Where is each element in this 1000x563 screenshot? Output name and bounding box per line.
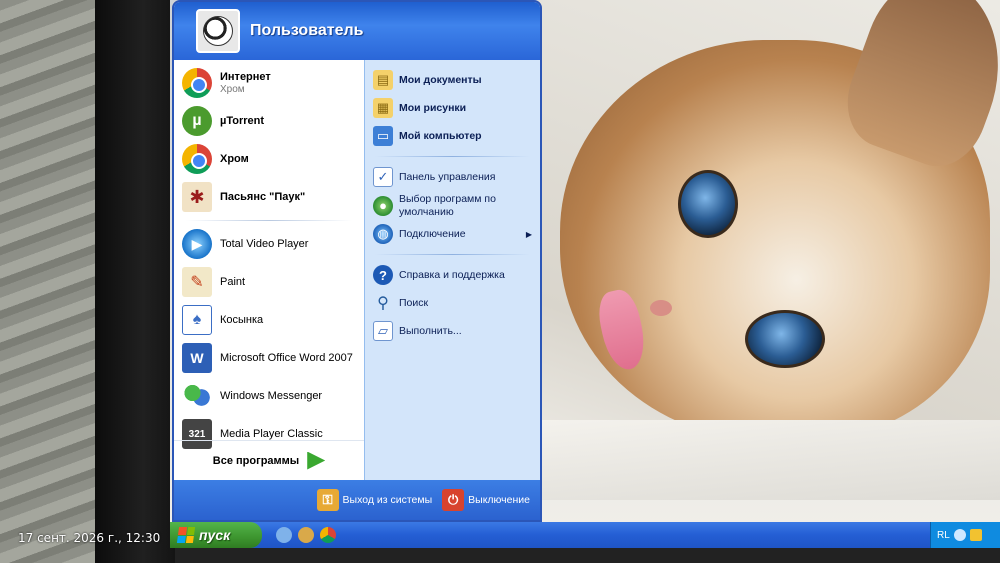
key-icon: ⚿ <box>316 489 339 511</box>
recent-word[interactable]: W Microsoft Office Word 2007 <box>174 339 364 377</box>
system-connect-to[interactable]: ◍ Подключение ▶ <box>365 220 540 248</box>
shutdown-label: Выключение <box>468 494 530 506</box>
pinned-chrome[interactable]: Хром <box>174 140 364 178</box>
power-icon: ⏻ <box>442 489 465 511</box>
separator <box>375 156 530 157</box>
solitaire-icon: ♠ <box>182 305 212 335</box>
recent-total-video-player-label: Total Video Player <box>220 238 309 250</box>
search-icon: ⚲ <box>377 295 389 313</box>
kitten-nose <box>650 300 672 316</box>
spider-solitaire-icon: ✱ <box>182 182 212 212</box>
recent-total-video-player[interactable]: ▶ Total Video Player <box>174 225 364 263</box>
logoff-button[interactable]: ⚿ Выход из системы <box>316 489 433 511</box>
logoff-label: Выход из системы <box>342 494 433 506</box>
taskbar: пуск RL <box>170 522 1000 548</box>
user-name: Пользователь <box>250 22 364 39</box>
place-my-documents-label: Мои документы <box>399 73 482 86</box>
shutdown-button[interactable]: ⏻ Выключение <box>442 489 530 511</box>
language-indicator[interactable]: RL <box>937 530 950 541</box>
background-fabric <box>0 0 110 563</box>
photo-datestamp: 17 сент. 2026 г., 12:30 <box>18 531 161 545</box>
programs-column: Интернет Хром µ µTorrent Хром ✱ Пасьянс … <box>174 60 364 480</box>
start-button-label: пуск <box>199 527 231 543</box>
documents-folder-icon: ▤ <box>373 70 393 90</box>
pinned-spider-solitaire[interactable]: ✱ Пасьянс "Паук" <box>174 178 364 216</box>
utorrent-icon: µ <box>182 106 212 136</box>
start-menu: Пользователь Интернет Хром µ µTorrent Хр… <box>172 0 542 522</box>
computer-icon: ▭ <box>373 126 393 146</box>
submenu-arrow-icon: ▶ <box>525 229 532 239</box>
run-item[interactable]: ▱ Выполнить... <box>365 317 540 345</box>
chrome-icon <box>182 144 212 174</box>
system-control-panel-label: Панель управления <box>399 170 496 183</box>
separator <box>186 220 352 221</box>
recent-media-player-classic-label: Media Player Classic <box>220 428 323 440</box>
default-programs-icon: ● <box>373 195 393 216</box>
utorrent-quick-icon[interactable] <box>298 527 314 543</box>
blanket <box>530 420 1000 500</box>
start-menu-footer: ⚿ Выход из системы ⏻ Выключение <box>174 480 540 520</box>
start-button[interactable]: пуск <box>170 522 262 548</box>
control-panel-icon: ✓ <box>373 167 393 187</box>
quick-launch <box>276 527 336 543</box>
chrome-icon <box>182 68 212 98</box>
help-and-support-label: Справка и поддержка <box>399 268 505 281</box>
recent-solitaire[interactable]: ♠ Косынка <box>174 301 364 339</box>
recent-messenger[interactable]: Windows Messenger <box>174 377 364 415</box>
messenger-icon <box>182 381 212 411</box>
search-item-label: Поиск <box>399 296 429 309</box>
separator <box>375 254 530 256</box>
kitten-eye-right <box>745 310 825 368</box>
recent-messenger-label: Windows Messenger <box>220 390 323 402</box>
kitten-wallpaper <box>530 0 1000 500</box>
windows-logo-icon <box>176 527 196 543</box>
show-desktop-icon[interactable] <box>276 527 292 543</box>
system-tray: RL <box>930 522 1000 548</box>
arrow-right-icon <box>307 451 326 470</box>
recent-solitaire-label: Косынка <box>220 314 264 326</box>
pinned-internet[interactable]: Интернет Хром <box>174 64 364 102</box>
pinned-internet-label: Интернет <box>220 70 271 83</box>
recent-word-label: Microsoft Office Word 2007 <box>220 352 353 364</box>
system-default-programs[interactable]: ● Выбор программ по умолчанию <box>365 191 540 220</box>
help-icon: ? <box>373 265 393 286</box>
soccer-ball-icon <box>203 16 233 46</box>
kitten-eye-left <box>678 170 738 238</box>
place-my-pictures-label: Мои рисунки <box>399 101 467 114</box>
pinned-internet-sublabel: Хром <box>220 83 245 95</box>
start-menu-body: Интернет Хром µ µTorrent Хром ✱ Пасьянс … <box>174 60 540 480</box>
video-player-icon: ▶ <box>182 229 212 259</box>
system-default-programs-label: Выбор программ по умолчанию <box>399 193 496 218</box>
paint-icon: ✎ <box>182 267 212 297</box>
system-control-panel[interactable]: ✓ Панель управления <box>365 163 540 191</box>
place-my-computer[interactable]: ▭ Мой компьютер <box>365 122 540 150</box>
all-programs-label: Все программы <box>212 454 300 467</box>
recent-paint[interactable]: ✎ Paint <box>174 263 364 301</box>
pinned-spider-solitaire-label: Пасьянс "Паук" <box>220 191 306 203</box>
chrome-quick-icon[interactable] <box>320 527 336 543</box>
search-item[interactable]: ⚲ Поиск <box>365 289 540 317</box>
network-connection-icon: ◍ <box>373 224 393 245</box>
place-my-pictures[interactable]: ▦ Мои рисунки <box>365 94 540 122</box>
monitor-bezel <box>95 0 175 563</box>
all-programs-button[interactable]: Все программы <box>174 440 364 480</box>
network-tray-icon[interactable] <box>953 529 966 541</box>
place-my-documents[interactable]: ▤ Мои документы <box>365 66 540 94</box>
pinned-utorrent[interactable]: µ µTorrent <box>174 102 364 140</box>
help-and-support[interactable]: ? Справка и поддержка <box>365 261 540 289</box>
run-icon: ▱ <box>373 321 393 342</box>
pinned-chrome-label: Хром <box>220 153 249 165</box>
warning-tray-icon[interactable] <box>969 529 982 541</box>
word-icon: W <box>182 343 212 373</box>
pinned-utorrent-label: µTorrent <box>220 115 265 127</box>
pictures-folder-icon: ▦ <box>373 98 393 118</box>
recent-paint-label: Paint <box>220 276 246 288</box>
user-avatar[interactable] <box>196 9 240 53</box>
places-column: ▤ Мои документы ▦ Мои рисунки ▭ Мой комп… <box>364 60 540 480</box>
start-menu-header: Пользователь <box>174 2 540 60</box>
run-item-label: Выполнить... <box>399 324 462 337</box>
place-my-computer-label: Мой компьютер <box>399 129 482 142</box>
system-connect-to-label: Подключение <box>399 227 466 240</box>
